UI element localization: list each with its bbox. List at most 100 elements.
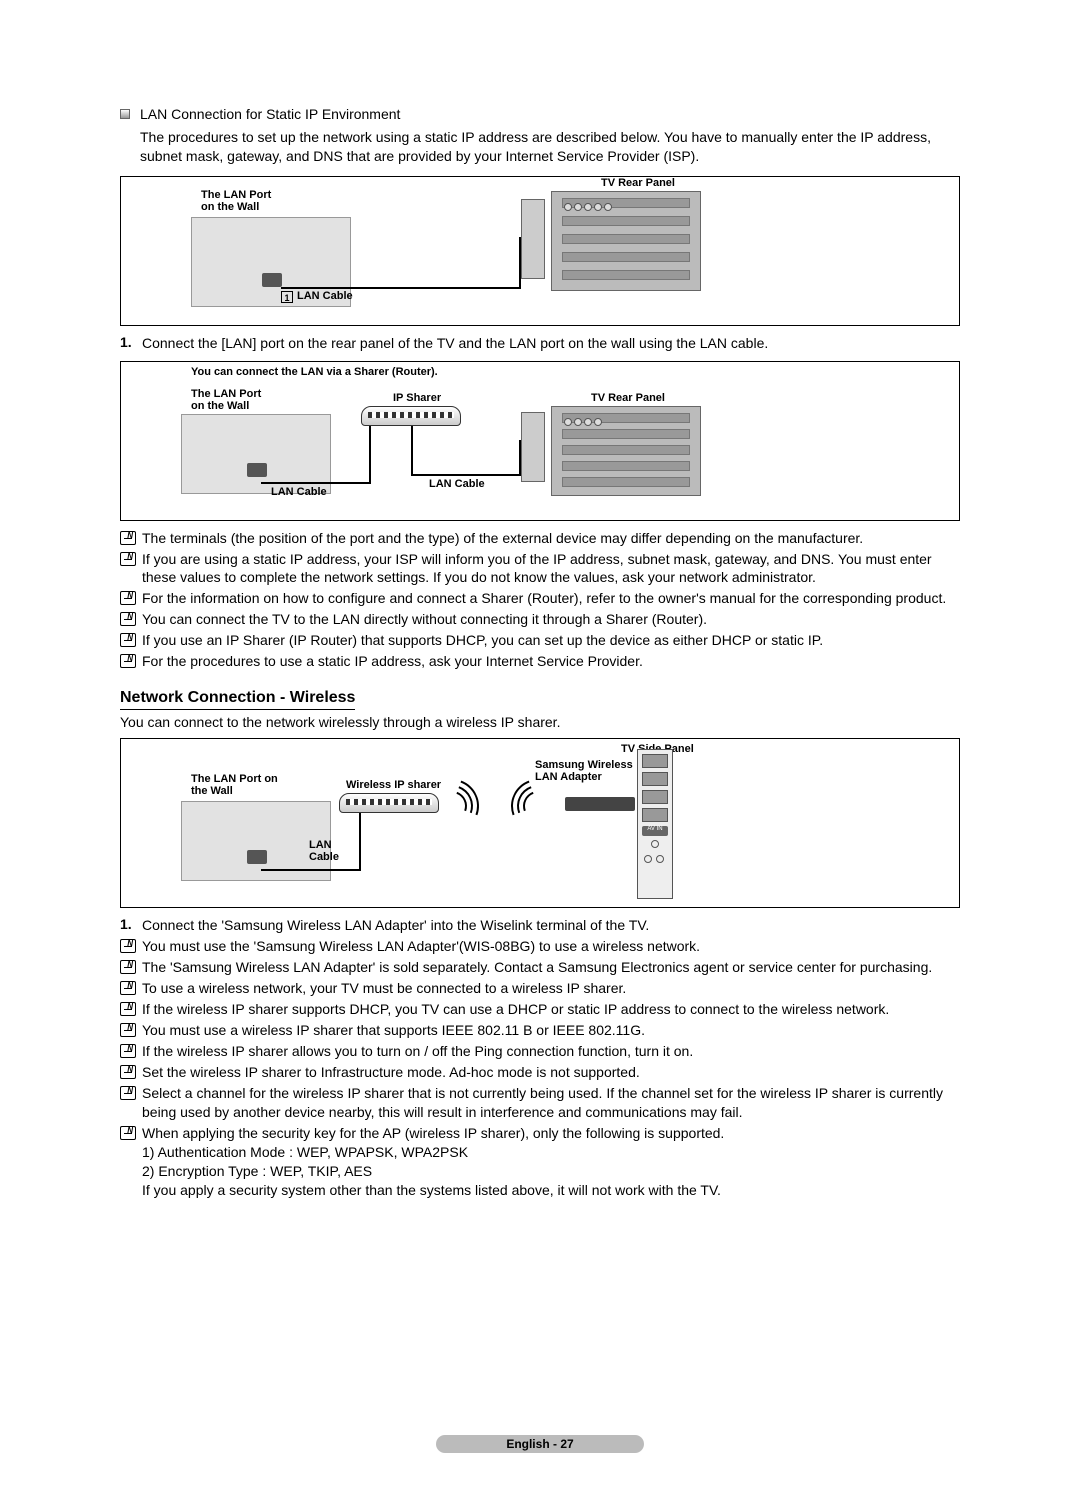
lan-port-block [521,199,545,279]
adapter-label: Samsung Wireless LAN Adapter [535,759,633,783]
lan-cable-label-3: LAN Cable [309,839,339,863]
tv-rear-label-1: TV Rear Panel [601,177,675,189]
note-row: You must use the 'Samsung Wireless LAN A… [120,937,960,956]
note-icon [120,939,136,953]
note-icon-wrapper [120,937,142,956]
note-icon-wrapper [120,589,142,608]
note-icon [120,633,136,647]
note-icon-wrapper [120,958,142,977]
note-row: If the wireless IP sharer supports DHCP,… [120,1000,960,1019]
note-text: Select a channel for the wireless IP sha… [142,1084,960,1122]
note-icon [120,981,136,995]
note-icon [120,552,136,566]
note-icon [120,612,136,626]
note-row: Select a channel for the wireless IP sha… [120,1084,960,1122]
note-row: You can connect the TV to the LAN direct… [120,610,960,629]
page-footer: English - 27 [0,1435,1080,1453]
lan-static-title-row: LAN Connection for Static IP Environment [120,105,960,124]
step-number-w: 1. [120,916,142,932]
lan-cable-label-1: LAN Cable [297,290,353,302]
tv-rear-panel-graphic-2 [551,406,701,496]
note-text: The terminals (the position of the port … [142,529,960,548]
note-text: You can connect the TV to the LAN direct… [142,610,960,629]
lan-step-1: 1. Connect the [LAN] port on the rear pa… [120,334,960,353]
wall-port-label-2: The LAN Port on the Wall [191,388,261,412]
note-icon-wrapper [120,1021,142,1040]
note-row: The 'Samsung Wireless LAN Adapter' is so… [120,958,960,977]
wireless-intro: You can connect to the network wirelessl… [120,714,960,730]
note-row: The terminals (the position of the port … [120,529,960,548]
square-bullet-icon [120,109,130,119]
lan-cable-label-2b: LAN Cable [429,478,485,490]
note-text: If the wireless IP sharer supports DHCP,… [142,1000,960,1019]
note-text: You must use a wireless IP sharer that s… [142,1021,960,1040]
note-icon [120,1023,136,1037]
note-icon [120,1086,136,1100]
note-icon [120,654,136,668]
note-icon-wrapper [120,1042,142,1061]
note-icon [120,1126,136,1140]
note-text: You must use the 'Samsung Wireless LAN A… [142,937,960,956]
ip-sharer-label: IP Sharer [393,392,441,404]
wireless-heading: Network Connection - Wireless [120,689,355,710]
diagram-lan-sharer: You can connect the LAN via a Sharer (Ro… [120,361,960,521]
note-text: Set the wireless IP sharer to Infrastruc… [142,1063,960,1082]
wireless-sharer-label: Wireless IP sharer [346,779,441,791]
note-icon-wrapper [120,652,142,671]
note-text: For the procedures to use a static IP ad… [142,652,960,671]
note-row: For the procedures to use a static IP ad… [120,652,960,671]
note-icon [120,531,136,545]
note-icon [120,1065,136,1079]
note-row: For the information on how to configure … [120,589,960,608]
note-icon [120,960,136,974]
note-text: For the information on how to configure … [142,589,960,608]
diagram-wireless: TV Side Panel The LAN Port on the Wall W… [120,738,960,908]
lan-cable-label-2a: LAN Cable [271,486,327,498]
note-icon-wrapper [120,610,142,629]
note-icon [120,591,136,605]
note-icon-wrapper [120,631,142,650]
note-row: If you use an IP Sharer (IP Router) that… [120,631,960,650]
step-text-w: Connect the 'Samsung Wireless LAN Adapte… [142,916,960,935]
note-text: The 'Samsung Wireless LAN Adapter' is so… [142,958,960,977]
note-row: When applying the security key for the A… [120,1124,960,1200]
wall-port-label-3: The LAN Port on the Wall [191,773,278,797]
note-icon-wrapper [120,979,142,998]
sharer-heading: You can connect the LAN via a Sharer (Ro… [191,366,438,378]
cable-number-badge: 1 [281,291,293,303]
wireless-step-1: 1. Connect the 'Samsung Wireless LAN Ada… [120,916,960,935]
note-icon-wrapper [120,1084,142,1103]
note-icon [120,1002,136,1016]
wireless-notes-list: You must use the 'Samsung Wireless LAN A… [120,937,960,1199]
lan-static-title: LAN Connection for Static IP Environment [140,105,960,124]
note-row: To use a wireless network, your TV must … [120,979,960,998]
note-icon-wrapper [120,1000,142,1019]
lan-cable-line [281,287,521,289]
router-graphic [361,406,461,426]
step-number: 1. [120,334,142,350]
lan-notes-list: The terminals (the position of the port … [120,529,960,672]
note-text: To use a wireless network, your TV must … [142,979,960,998]
wireless-adapter-graphic [565,797,635,811]
note-text: If the wireless IP sharer allows you to … [142,1042,960,1061]
tv-rear-label-2: TV Rear Panel [591,392,665,404]
tv-side-panel-graphic: AV IN [637,749,673,899]
note-row: You must use a wireless IP sharer that s… [120,1021,960,1040]
note-text: If you use an IP Sharer (IP Router) that… [142,631,960,650]
note-row: If you are using a static IP address, yo… [120,550,960,588]
note-icon [120,1044,136,1058]
step-text: Connect the [LAN] port on the rear panel… [142,334,960,353]
tv-rear-panel-graphic [551,191,701,291]
wall-port-label: The LAN Port on the Wall [201,189,271,213]
note-row: Set the wireless IP sharer to Infrastruc… [120,1063,960,1082]
av-in-label: AV IN [642,826,668,836]
note-row: If the wireless IP sharer allows you to … [120,1042,960,1061]
note-icon-wrapper [120,529,142,548]
note-icon-wrapper [120,1063,142,1082]
note-icon-wrapper [120,550,142,569]
note-text: If you are using a static IP address, yo… [142,550,960,588]
note-icon-wrapper [120,1124,142,1143]
diagram-lan-direct: The LAN Port on the Wall TV Rear Panel 1… [120,176,960,326]
lan-static-intro: The procedures to set up the network usi… [140,128,960,166]
footer-text: English - 27 [436,1435,643,1453]
